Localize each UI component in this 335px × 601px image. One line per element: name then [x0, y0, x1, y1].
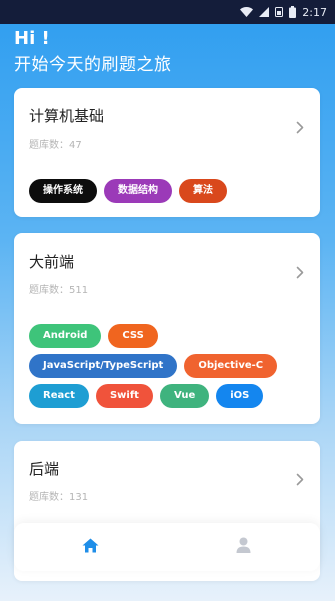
tag-pill[interactable]: CSS	[108, 324, 158, 348]
sim-icon	[275, 7, 284, 17]
tab-home[interactable]	[61, 523, 121, 571]
tag-pill[interactable]: iOS	[216, 384, 264, 408]
home-icon	[82, 538, 99, 557]
tag-pill[interactable]: Swift	[95, 384, 153, 408]
bottom-tab-bar	[14, 523, 320, 571]
chevron-right-icon[interactable]	[296, 119, 304, 138]
chevron-right-icon[interactable]	[296, 471, 304, 490]
status-time: 2:17	[302, 5, 327, 19]
status-bar: 2:17	[0, 0, 335, 24]
tag-list: 操作系统 数据结构 算法	[29, 179, 310, 203]
tag-pill[interactable]: React	[29, 384, 89, 408]
category-title: 大前端	[29, 253, 75, 271]
category-count: 题库数：131	[29, 492, 89, 503]
tag-pill[interactable]: Android	[29, 324, 102, 348]
category-title: 后端	[29, 460, 60, 478]
user-icon	[236, 537, 251, 557]
tag-pill[interactable]: 数据结构	[104, 179, 172, 203]
category-title: 计算机基础	[29, 107, 105, 125]
chevron-right-icon[interactable]	[296, 264, 304, 283]
greeting-title: Hi !	[14, 28, 50, 49]
battery-icon	[289, 6, 297, 18]
category-card-computer-basics[interactable]: 计算机基础 题库数：47 操作系统 数据结构 算法	[14, 88, 320, 217]
greeting-subtitle: 开始今天的刷题之旅	[14, 55, 172, 75]
category-count: 题库数：511	[29, 285, 89, 296]
signal-icon	[259, 7, 270, 17]
tag-pill[interactable]: Vue	[159, 384, 210, 408]
wifi-icon	[240, 7, 254, 17]
tag-pill[interactable]: JavaScript/TypeScript	[29, 354, 178, 378]
greeting-header: Hi ! 开始今天的刷题之旅	[14, 28, 172, 77]
tab-profile[interactable]	[214, 523, 274, 571]
tag-pill[interactable]: Objective-C	[184, 354, 278, 378]
tag-pill[interactable]: 操作系统	[29, 179, 97, 203]
tag-list: Android CSS JavaScript/TypeScript Objective…	[29, 324, 310, 408]
category-count: 题库数：47	[29, 140, 82, 151]
tag-pill[interactable]: 算法	[179, 179, 227, 203]
category-card-frontend[interactable]: 大前端 题库数：511 Android CSS JavaScript/TypeScr…	[14, 233, 320, 424]
